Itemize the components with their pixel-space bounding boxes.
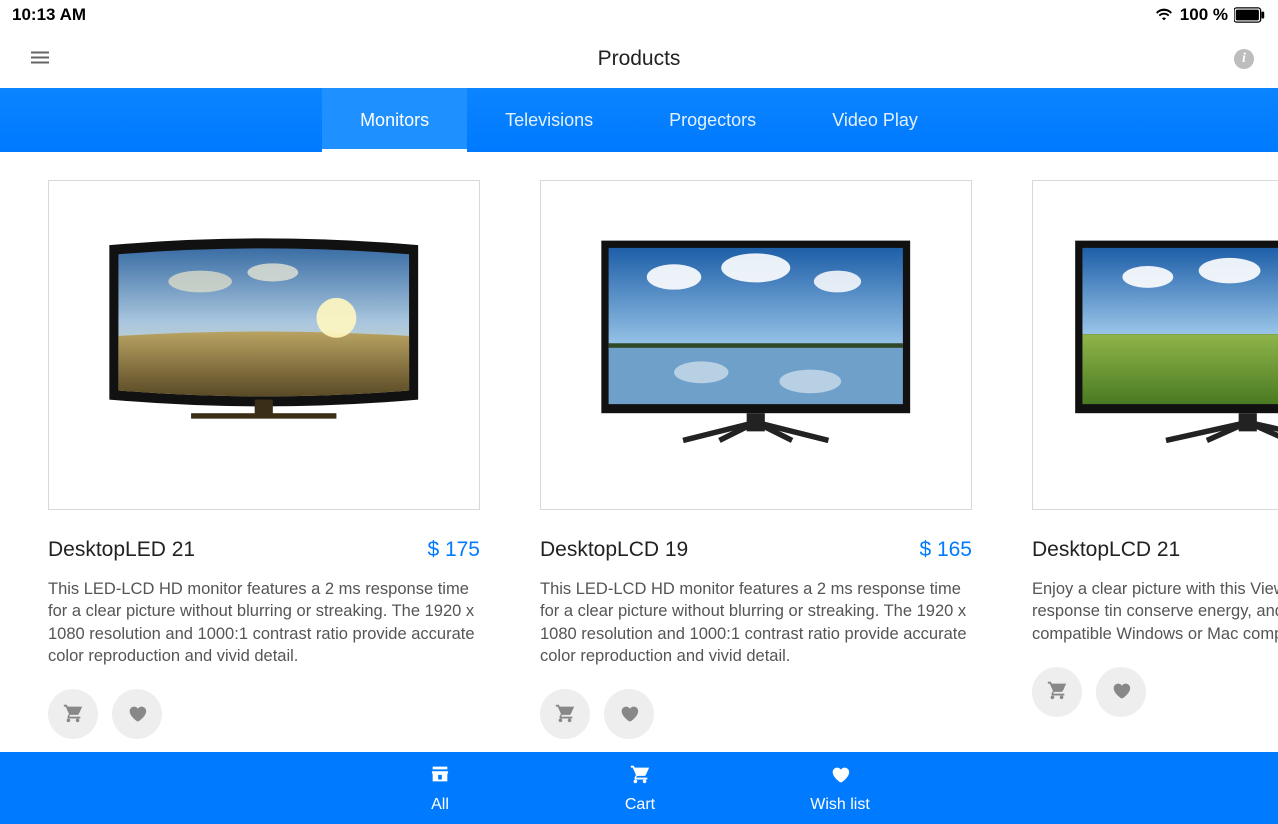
cart-icon bbox=[62, 702, 84, 727]
bottom-nav-all[interactable]: All bbox=[340, 752, 540, 824]
wifi-icon bbox=[1154, 7, 1174, 23]
heart-icon bbox=[126, 702, 148, 727]
product-price: $ 175 bbox=[427, 538, 480, 562]
bottom-nav-label: All bbox=[431, 796, 449, 814]
status-right: 100 % bbox=[1154, 5, 1266, 25]
product-image[interactable] bbox=[48, 180, 480, 510]
tab-video-play[interactable]: Video Play bbox=[794, 88, 956, 152]
add-to-wishlist-button[interactable] bbox=[112, 689, 162, 739]
product-card: DesktopLED 21 $ 175 This LED-LCD HD monito… bbox=[48, 180, 480, 739]
tab-televisions[interactable]: Televisions bbox=[467, 88, 631, 152]
product-description: Enjoy a clear picture with this View whi… bbox=[1032, 578, 1278, 645]
page-title: Products bbox=[598, 47, 681, 71]
add-to-cart-button[interactable] bbox=[540, 689, 590, 739]
status-bar: 10:13 AM 100 % bbox=[0, 0, 1278, 30]
bottom-nav-label: Wish list bbox=[810, 796, 870, 814]
product-price: $ 165 bbox=[919, 538, 972, 562]
add-to-wishlist-button[interactable] bbox=[604, 689, 654, 739]
cart-icon bbox=[554, 702, 576, 727]
product-name: DesktopLCD 19 bbox=[540, 538, 688, 562]
bottom-nav-wish-list[interactable]: Wish list bbox=[740, 752, 940, 824]
status-time: 10:13 AM bbox=[12, 5, 86, 25]
battery-icon bbox=[1234, 7, 1266, 23]
heart-icon bbox=[618, 702, 640, 727]
product-image[interactable] bbox=[1032, 180, 1278, 510]
bottom-nav: All Cart Wish list bbox=[0, 752, 1278, 824]
product-name: DesktopLED 21 bbox=[48, 538, 195, 562]
bottom-nav-cart[interactable]: Cart bbox=[540, 752, 740, 824]
heart-icon bbox=[829, 763, 851, 790]
product-card: DesktopLCD 19 $ 165 This LED-LCD HD monito… bbox=[540, 180, 972, 739]
product-image[interactable] bbox=[540, 180, 972, 510]
product-name: DesktopLCD 21 bbox=[1032, 538, 1180, 562]
product-description: This LED-LCD HD monitor features a 2 ms … bbox=[540, 578, 972, 667]
add-to-wishlist-button[interactable] bbox=[1096, 667, 1146, 717]
tab-monitors[interactable]: Monitors bbox=[322, 88, 467, 152]
cart-icon bbox=[629, 763, 651, 790]
info-button[interactable]: i bbox=[1234, 49, 1254, 69]
menu-icon bbox=[28, 58, 52, 73]
battery-percent: 100 % bbox=[1180, 5, 1228, 25]
store-icon bbox=[429, 763, 451, 790]
category-tabs: MonitorsTelevisionsProgectorsVideo Play bbox=[0, 88, 1278, 152]
heart-icon bbox=[1110, 679, 1132, 704]
app-header: Products i bbox=[0, 30, 1278, 88]
add-to-cart-button[interactable] bbox=[1032, 667, 1082, 717]
cart-icon bbox=[1046, 679, 1068, 704]
product-list[interactable]: DesktopLED 21 $ 175 This LED-LCD HD monito… bbox=[0, 152, 1278, 739]
menu-button[interactable] bbox=[28, 46, 52, 73]
add-to-cart-button[interactable] bbox=[48, 689, 98, 739]
bottom-nav-label: Cart bbox=[625, 796, 655, 814]
tab-progectors[interactable]: Progectors bbox=[631, 88, 794, 152]
product-description: This LED-LCD HD monitor features a 2 ms … bbox=[48, 578, 480, 667]
product-card: DesktopLCD 21 Enjoy a clear picture with … bbox=[1032, 180, 1278, 739]
